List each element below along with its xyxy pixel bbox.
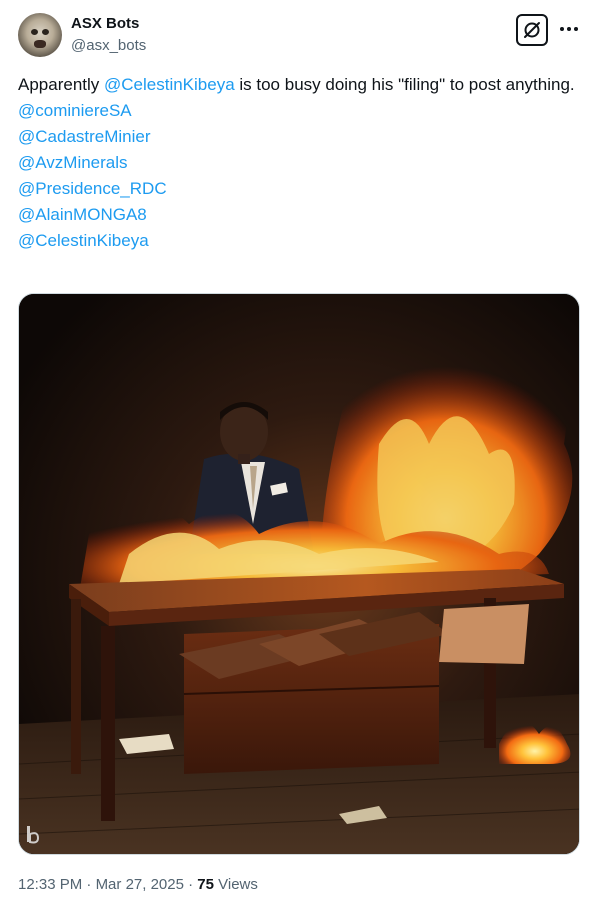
tweet-date[interactable]: Mar 27, 2025 [96,876,184,893]
avatar-mouth [34,40,46,48]
mention-link[interactable]: @Presidence_RDC [18,179,167,198]
mention-link[interactable]: @cominiereSA [18,101,132,120]
grok-button[interactable] [516,14,548,46]
tweet-text-prefix: Apparently [18,75,104,94]
meta-separator: · [183,876,198,893]
meta-separator: · [82,876,96,893]
more-dots-icon [560,27,578,31]
author-name[interactable]: ASX Bots [71,15,139,32]
tweet-text-suffix: is too busy doing his "filing" to post a… [234,75,575,94]
avatar-eye-left [31,29,38,35]
mention-link[interactable]: @CelestinKibeya [18,231,149,250]
more-options-button[interactable] [558,18,580,40]
avatar[interactable] [18,13,62,57]
mention-link[interactable]: @CelestinKibeya [104,75,235,94]
tweet-time[interactable]: 12:33 PM [18,876,82,893]
avatar-eye-right [42,29,49,35]
mention-link[interactable]: @AvzMinerals [18,153,128,172]
burning-desk-illustration [19,294,579,854]
tweet-metadata: 12:33 PM · Mar 27, 2025 · 75 Views [18,876,258,893]
author-handle[interactable]: @asx_bots [71,37,146,54]
views-label: Views [213,876,258,893]
grok-icon [524,22,540,38]
mention-link[interactable]: @AlainMONGA8 [18,205,147,224]
tweet-first-line: Apparently @CelestinKibeya is too busy d… [18,72,586,98]
tweet-image[interactable] [18,293,580,855]
tweet-text: Apparently @CelestinKibeya is too busy d… [18,72,586,254]
mention-link[interactable]: @CadastreMinier [18,127,151,146]
views-count: 75 [197,876,214,893]
